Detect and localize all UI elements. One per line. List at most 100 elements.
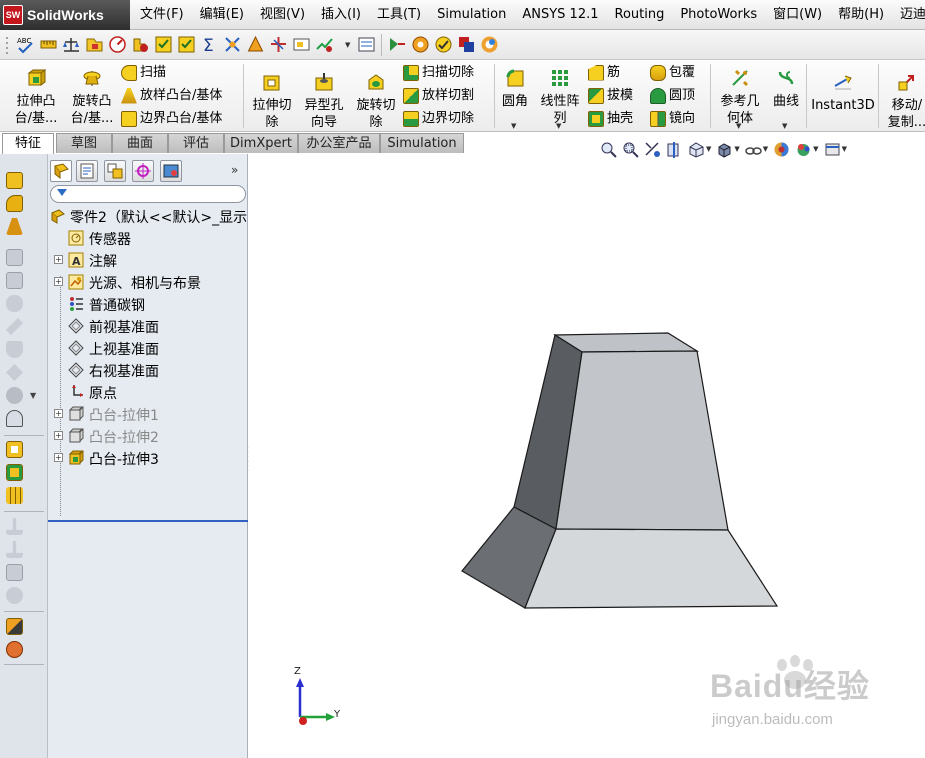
zoom-to-fit-icon[interactable] <box>600 141 617 158</box>
options-icon[interactable] <box>457 35 476 54</box>
shell-shortcut-icon[interactable] <box>6 464 23 481</box>
apply-scene-dropdown-icon[interactable]: ▼ <box>813 145 818 153</box>
tab-sketch[interactable]: 草图 <box>56 133 112 153</box>
sum-equations-icon[interactable] <box>177 35 196 54</box>
expand-toggle-icon[interactable]: + <box>54 409 63 418</box>
extrude-cut-button[interactable]: 拉伸切 除 <box>246 72 298 131</box>
menu-photoworks[interactable]: PhotoWorks <box>672 0 765 30</box>
menu-window[interactable]: 窗口(W) <box>765 0 830 30</box>
instant3d-button[interactable]: Instant3D <box>810 72 876 114</box>
configurationmanager-tab[interactable] <box>104 160 126 182</box>
draft-button[interactable]: 拔模 <box>588 87 633 104</box>
display-style-dropdown-icon[interactable]: ▼ <box>734 145 739 153</box>
tree-node-boss-extrude-3[interactable]: + 凸台-拉伸3 <box>48 447 248 469</box>
menu-tools[interactable]: 工具(T) <box>369 0 429 30</box>
measure-icon[interactable] <box>39 35 58 54</box>
menu-edit[interactable]: 编辑(E) <box>192 0 252 30</box>
hide-show-items-icon[interactable] <box>745 141 762 158</box>
tree-node-right-plane[interactable]: 右视基准面 <box>48 359 248 381</box>
display-style-icon[interactable] <box>716 141 733 158</box>
mass-properties-icon[interactable] <box>62 35 81 54</box>
expand-toggle-icon[interactable]: + <box>54 277 63 286</box>
statistics-icon[interactable] <box>108 35 127 54</box>
mirror-button[interactable]: 镜向 <box>650 110 695 127</box>
boundary-boss-button[interactable]: 边界凸台/基体 <box>121 110 222 127</box>
tab-dimxpert[interactable]: DimXpert <box>224 133 298 153</box>
interference-icon[interactable] <box>154 35 173 54</box>
tab-office-products[interactable]: 办公室产品 <box>298 133 380 153</box>
section-view-icon[interactable] <box>666 141 683 158</box>
tree-node-material[interactable]: 普通碳钢 <box>48 293 248 315</box>
thickness-icon[interactable] <box>315 35 334 54</box>
tab-surfaces[interactable]: 曲面 <box>112 133 168 153</box>
spell-check-icon[interactable]: ABC <box>16 35 35 54</box>
tab-evaluate[interactable]: 评估 <box>168 133 224 153</box>
zebra-icon[interactable] <box>411 35 430 54</box>
rib-button[interactable]: 筋 <box>588 64 620 81</box>
view-settings-icon[interactable] <box>824 141 841 158</box>
feature-tree-filter[interactable] <box>50 185 246 203</box>
tree-node-origin[interactable]: 原点 <box>48 381 248 403</box>
menu-file[interactable]: 文件(F) <box>132 0 192 30</box>
revolve-boss-button[interactable]: 旋转凸 台/基... <box>64 68 120 127</box>
extrude-boss-button[interactable]: 拉伸凸 台/基... <box>8 68 64 127</box>
hide-show-dropdown-icon[interactable]: ▼ <box>763 145 768 153</box>
undercut-icon[interactable] <box>269 35 288 54</box>
linear-pattern-button[interactable]: 线性阵 列 ▼ <box>534 68 586 130</box>
dome-button[interactable]: 圆顶 <box>650 87 695 104</box>
wrap-shortcut-icon[interactable] <box>6 618 23 635</box>
sigma-icon[interactable]: Σ <box>200 35 219 56</box>
lofted-boss-shortcut-icon[interactable] <box>6 218 23 235</box>
expand-panel-chevron-icon[interactable]: » <box>231 163 238 177</box>
rib-shortcut-icon[interactable] <box>6 410 23 427</box>
symmetry-icon[interactable] <box>357 35 376 54</box>
model-lower-front-face[interactable] <box>524 528 779 609</box>
sweep-cut-button[interactable]: 扫描切除 <box>403 64 474 81</box>
curvature-icon[interactable] <box>388 35 407 54</box>
view-orientation-icon[interactable] <box>688 141 705 158</box>
hole-wizard-button[interactable]: 异型孔 向导 <box>300 72 348 131</box>
expand-toggle-icon[interactable]: + <box>54 453 63 462</box>
menu-maidi[interactable]: 迈迪 <box>892 0 925 30</box>
tree-node-top-plane[interactable]: 上视基准面 <box>48 337 248 359</box>
rollback-bar[interactable] <box>48 520 248 522</box>
check-icon[interactable] <box>131 35 150 54</box>
edit-appearance-icon[interactable] <box>773 141 790 158</box>
tree-node-front-plane[interactable]: 前视基准面 <box>48 315 248 337</box>
tree-node-lights-cameras-scene[interactable]: + 光源、相机与布景 <box>48 271 248 293</box>
shell-button[interactable]: 抽壳 <box>588 110 633 127</box>
model-upper-front-face[interactable] <box>555 350 729 531</box>
tree-root-part[interactable]: 零件2（默认<<默认>_显示 <box>48 205 248 227</box>
color-icon[interactable] <box>480 35 499 54</box>
rebuild-icon[interactable] <box>434 35 453 54</box>
tab-simulation[interactable]: Simulation <box>380 133 464 153</box>
apply-scene-icon[interactable] <box>795 141 812 158</box>
menu-ansys[interactable]: ANSYS 12.1 <box>514 0 606 30</box>
display-manager-tab[interactable] <box>160 160 182 182</box>
move-copy-button[interactable]: 移动/ 复制... <box>882 72 925 131</box>
zoom-to-area-icon[interactable] <box>622 141 639 158</box>
menu-view[interactable]: 视图(V) <box>252 0 313 30</box>
boundary-cut-button[interactable]: 边界切除 <box>403 110 474 127</box>
sweep-button[interactable]: 扫描 <box>121 64 166 81</box>
dropdown-arrow-icon[interactable]: ▼ <box>345 41 350 49</box>
reference-geometry-button[interactable]: 参考几 何体 ▼ <box>714 68 766 130</box>
loft-boss-button[interactable]: 放样凸台/基体 <box>121 87 222 104</box>
curves-button[interactable]: 曲线 ▼ <box>768 68 804 130</box>
propertymanager-tab[interactable] <box>76 160 98 182</box>
menu-simulation[interactable]: Simulation <box>429 0 514 30</box>
revolve-cut-button[interactable]: 旋转切 除 <box>352 72 400 131</box>
tree-node-sensors[interactable]: 传感器 <box>48 227 248 249</box>
extruded-cut-shortcut-icon[interactable] <box>6 441 23 458</box>
loft-cut-button[interactable]: 放样切割 <box>403 87 474 104</box>
expand-toggle-icon[interactable]: + <box>54 255 63 264</box>
left-bar-dropdown-icon[interactable]: ▼ <box>30 391 36 400</box>
view-settings-dropdown-icon[interactable]: ▼ <box>842 145 847 153</box>
previous-view-icon[interactable] <box>644 141 661 158</box>
solidworks-logo[interactable]: SW SolidWorks <box>0 0 130 30</box>
deviation-icon[interactable] <box>223 35 242 54</box>
view-orientation-dropdown-icon[interactable]: ▼ <box>706 145 711 153</box>
tree-node-boss-extrude-2[interactable]: + 凸台-拉伸2 <box>48 425 248 447</box>
menu-insert[interactable]: 插入(I) <box>313 0 369 30</box>
dome-shortcut-icon[interactable] <box>6 641 23 658</box>
